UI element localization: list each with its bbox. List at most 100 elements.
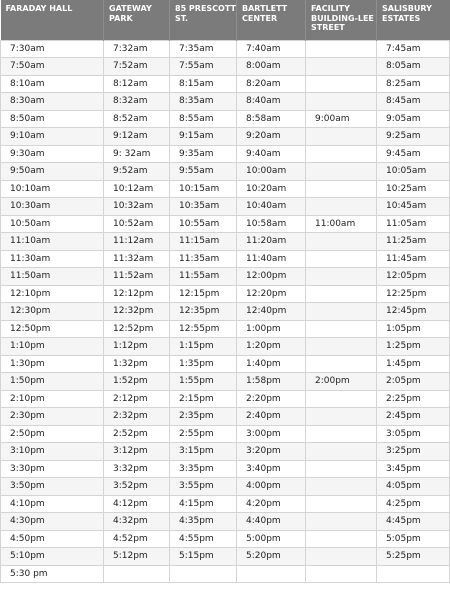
table-row: 12:10pm 12:12pm 12:15pm 12:20pm 12:25pm [0,284,450,303]
table-row: 11:10am 11:12am 11:15am 11:20am 11:25am [0,232,450,251]
time-cell-salisbury-estates: 10:25am [376,179,450,198]
time-cell-bartlett-center: 12:40pm [236,302,306,321]
time-cell-facility-building [305,57,377,76]
time-cell-salisbury-estates: 5:25pm [376,547,450,566]
table-row: 8:30am 8:32am 8:35am 8:40am 8:45am [0,92,450,111]
time-cell-bartlett-center: 2:20pm [236,389,306,408]
time-cell-85-prescott-st: 3:35pm [169,459,237,478]
time-cell-faraday-hall: 1:30pm [0,354,104,373]
time-cell-facility-building [305,232,377,251]
time-cell-facility-building [305,92,377,111]
time-cell-gateway-park [103,564,170,583]
time-cell-facility-building [305,127,377,146]
time-cell-gateway-park: 12:32pm [103,302,170,321]
shuttle-schedule-table: FARADAY HALL GATEWAY PARK 85 PRESCOTT ST… [0,0,450,583]
time-cell-bartlett-center: 2:40pm [236,407,306,426]
time-cell-bartlett-center: 8:40am [236,92,306,111]
time-cell-facility-building [305,74,377,93]
column-header-facility-building: FACILITY BUILDING-LEE STREET [305,0,377,40]
time-cell-85-prescott-st: 8:55am [169,109,237,128]
time-cell-gateway-park: 12:52pm [103,319,170,338]
time-cell-bartlett-center: 12:20pm [236,284,306,303]
time-cell-faraday-hall: 3:30pm [0,459,104,478]
table-row: 4:50pm 4:52pm 4:55pm 5:00pm 5:05pm [0,529,450,548]
time-cell-gateway-park: 3:32pm [103,459,170,478]
time-cell-faraday-hall: 8:10am [0,74,104,93]
time-cell-bartlett-center: 1:58pm [236,372,306,391]
table-row: 1:10pm 1:12pm 1:15pm 1:20pm 1:25pm [0,337,450,356]
time-cell-bartlett-center: 9:40am [236,144,306,163]
time-cell-facility-building [305,389,377,408]
time-cell-faraday-hall: 10:10am [0,179,104,198]
time-cell-gateway-park: 7:52am [103,57,170,76]
time-cell-facility-building: 9:00am [305,109,377,128]
time-cell-faraday-hall: 10:30am [0,197,104,216]
time-cell-gateway-park: 8:52am [103,109,170,128]
time-cell-salisbury-estates: 1:45pm [376,354,450,373]
time-cell-facility-building [305,267,377,286]
time-cell-85-prescott-st: 12:35pm [169,302,237,321]
time-cell-bartlett-center: 9:20am [236,127,306,146]
time-cell-bartlett-center: 5:00pm [236,529,306,548]
time-cell-gateway-park: 1:32pm [103,354,170,373]
time-cell-gateway-park: 11:12am [103,232,170,251]
column-header-bartlett-center: BARTLETT CENTER [236,0,306,40]
time-cell-salisbury-estates: 3:25pm [376,442,450,461]
time-cell-bartlett-center: 3:20pm [236,442,306,461]
time-cell-facility-building [305,284,377,303]
time-cell-facility-building [305,547,377,566]
time-cell-salisbury-estates: 9:45am [376,144,450,163]
table-row: 10:30am 10:32am 10:35am 10:40am 10:45am [0,197,450,216]
time-cell-85-prescott-st: 10:55am [169,214,237,233]
table-row: 2:10pm 2:12pm 2:15pm 2:20pm 2:25pm [0,389,450,408]
time-cell-salisbury-estates: 10:45am [376,197,450,216]
time-cell-bartlett-center: 8:00am [236,57,306,76]
time-cell-85-prescott-st: 12:15pm [169,284,237,303]
time-cell-bartlett-center: 4:40pm [236,512,306,531]
time-cell-bartlett-center: 8:58am [236,109,306,128]
time-cell-facility-building [305,179,377,198]
time-cell-faraday-hall: 11:10am [0,232,104,251]
time-cell-85-prescott-st: 1:15pm [169,337,237,356]
time-cell-gateway-park: 4:12pm [103,494,170,513]
time-cell-85-prescott-st [169,564,237,583]
time-cell-facility-building [305,144,377,163]
time-cell-bartlett-center: 8:20am [236,74,306,93]
time-cell-85-prescott-st: 7:55am [169,57,237,76]
time-cell-faraday-hall: 3:50pm [0,477,104,496]
time-cell-faraday-hall: 1:10pm [0,337,104,356]
table-row: 12:30pm 12:32pm 12:35pm 12:40pm 12:45pm [0,302,450,321]
column-header-85-prescott-st: 85 PRESCOTT ST. [169,0,237,40]
time-cell-salisbury-estates: 1:25pm [376,337,450,356]
time-cell-faraday-hall: 2:30pm [0,407,104,426]
table-body: 7:30am 7:32am 7:35am 7:40am 7:45am 7:50am 7:52… [0,39,450,583]
time-cell-faraday-hall: 9:30am [0,144,104,163]
time-cell-faraday-hall: 12:10pm [0,284,104,303]
table-row: 10:10am 10:12am 10:15am 10:20am 10:25am [0,179,450,198]
time-cell-gateway-park: 2:12pm [103,389,170,408]
time-cell-salisbury-estates: 4:25pm [376,494,450,513]
time-cell-85-prescott-st: 8:35am [169,92,237,111]
time-cell-faraday-hall: 7:30am [0,39,104,58]
time-cell-salisbury-estates: 11:05am [376,214,450,233]
table-header: FARADAY HALL GATEWAY PARK 85 PRESCOTT ST… [0,0,450,40]
time-cell-faraday-hall: 12:30pm [0,302,104,321]
time-cell-85-prescott-st: 9:55am [169,162,237,181]
time-cell-bartlett-center: 10:40am [236,197,306,216]
time-cell-gateway-park: 9:12am [103,127,170,146]
time-cell-facility-building [305,424,377,443]
table-row: 1:30pm 1:32pm 1:35pm 1:40pm 1:45pm [0,354,450,373]
table-row: 1:50pm 1:52pm 1:55pm 1:58pm 2:00pm 2:05pm [0,372,450,391]
time-cell-salisbury-estates [376,564,450,583]
time-cell-facility-building [305,477,377,496]
table-row: 4:30pm 4:32pm 4:35pm 4:40pm 4:45pm [0,512,450,531]
time-cell-bartlett-center [236,564,306,583]
time-cell-bartlett-center: 4:00pm [236,477,306,496]
time-cell-bartlett-center: 7:40am [236,39,306,58]
table-row: 11:30am 11:32am 11:35am 11:40am 11:45am [0,249,450,268]
table-row: 7:50am 7:52am 7:55am 8:00am 8:05am [0,57,450,76]
time-cell-salisbury-estates: 12:45pm [376,302,450,321]
table-row: 3:10pm 3:12pm 3:15pm 3:20pm 3:25pm [0,442,450,461]
time-cell-facility-building [305,319,377,338]
time-cell-gateway-park: 3:52pm [103,477,170,496]
